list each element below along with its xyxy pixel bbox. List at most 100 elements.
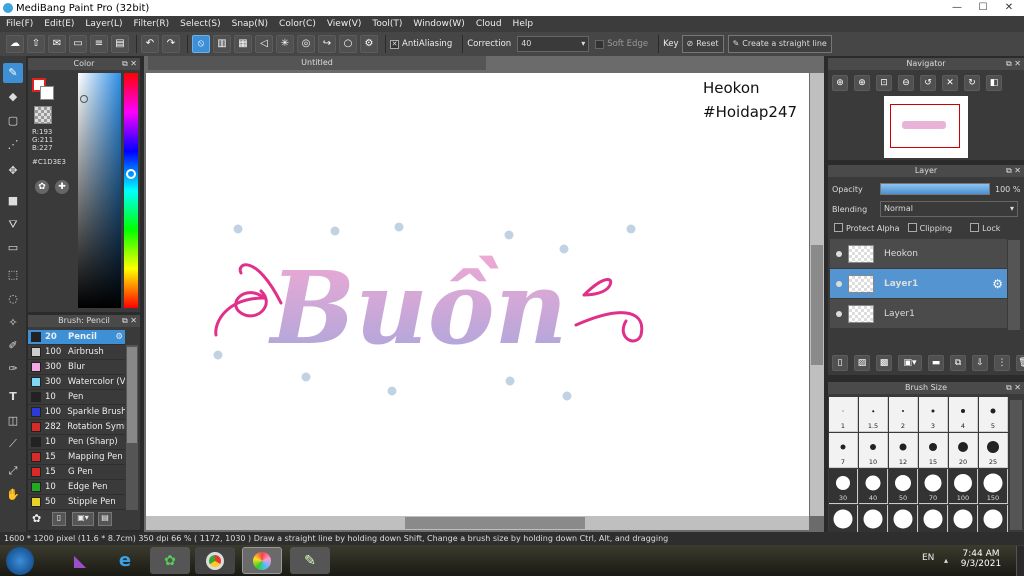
panel-options-icon[interactable]: ⧉ ✕	[1006, 382, 1021, 394]
curve-snap-icon[interactable]: ↪	[318, 35, 336, 53]
canvas-vertical-scroll-thumb[interactable]	[811, 245, 823, 365]
document-icon[interactable]: ▭	[69, 35, 87, 53]
clock[interactable]: 7:44 AM 9/3/2021	[958, 549, 1004, 569]
menu-help[interactable]: Help	[513, 19, 534, 29]
lasso-tool-icon[interactable]: ◌	[3, 289, 23, 309]
start-button[interactable]	[6, 547, 34, 575]
clipping-option[interactable]: Clipping	[907, 223, 952, 233]
brush-list-item[interactable]: 282 Rotation Symi	[28, 420, 125, 435]
protect-alpha-option[interactable]: Protect Alpha	[834, 223, 900, 233]
fit-icon[interactable]: ⊡	[876, 75, 892, 91]
medibang-taskbar-icon[interactable]	[242, 547, 282, 574]
antialiasing-checkbox[interactable]: ✕	[390, 39, 399, 49]
show-desktop-button[interactable]	[1016, 546, 1024, 576]
brush-list-item[interactable]: 15 Mapping Pen	[28, 450, 125, 465]
bucket-tool-icon[interactable]: ⛛	[3, 215, 23, 235]
rotate-left-icon[interactable]: ↺	[920, 75, 936, 91]
list-icon[interactable]: ≡	[90, 35, 108, 53]
cloud-icon[interactable]: ☁	[6, 35, 24, 53]
menu-edit[interactable]: Edit(E)	[44, 19, 74, 29]
menu-cloud[interactable]: Cloud	[476, 19, 502, 29]
rectangle-tool-icon[interactable]: ▢	[3, 111, 23, 131]
hand-tool-icon[interactable]: ✋	[3, 485, 23, 505]
concentric-snap-icon[interactable]: ◎	[297, 35, 315, 53]
chrome-icon[interactable]	[195, 547, 235, 574]
brush-size-cell[interactable]: 3	[919, 397, 948, 432]
language-indicator[interactable]: EN	[922, 553, 934, 563]
brush-tool-icon[interactable]: ✎	[3, 63, 23, 83]
menu-layer[interactable]: Layer(L)	[85, 19, 122, 29]
redo-icon[interactable]: ↷	[162, 35, 180, 53]
layer-list-scrollbar[interactable]	[1008, 240, 1020, 330]
brush-size-cell[interactable]: 50	[889, 469, 918, 504]
reset-button[interactable]: ⊘ Reset	[681, 35, 724, 53]
comment-icon[interactable]: ✉	[48, 35, 66, 53]
brush-size-cell[interactable]: 15	[919, 433, 948, 468]
undo-icon[interactable]: ↶	[141, 35, 159, 53]
perspective-snap-icon[interactable]: ◁	[255, 35, 273, 53]
divide-tool-icon[interactable]: ◫	[3, 411, 23, 431]
brush-size-cell[interactable]: 1	[829, 397, 858, 432]
rotate-right-icon[interactable]: ↻	[964, 75, 980, 91]
brush-list-item[interactable]: 10 Pen	[28, 390, 125, 405]
brush-list-item[interactable]: 15 G Pen	[28, 465, 125, 480]
visual-studio-icon[interactable]: ◣	[60, 547, 100, 574]
navigator-preview[interactable]	[884, 96, 968, 158]
brush-size-cell[interactable]: 25	[979, 433, 1008, 468]
new-layer-icon[interactable]: ▯	[832, 355, 848, 371]
brush-list-item[interactable]: 300 Watercolor (V	[28, 375, 125, 390]
layer-row[interactable]: Heokon	[830, 239, 1007, 269]
select-eraser-tool-icon[interactable]: ✑	[3, 359, 23, 379]
layer-visibility-icon[interactable]	[836, 310, 842, 317]
lock-checkbox[interactable]	[970, 223, 980, 232]
palette-add-icon[interactable]: ✚	[55, 180, 69, 194]
menu-select[interactable]: Select(S)	[180, 19, 221, 29]
settings-doc-icon[interactable]: ▤	[111, 35, 129, 53]
eyedropper-tool-icon[interactable]: ⟋	[3, 434, 23, 454]
brush-size-cell[interactable]: 20	[949, 433, 978, 468]
brush-settings-icon[interactable]: ✿	[32, 512, 46, 526]
brush-size-cell[interactable]: 12	[889, 433, 918, 468]
clipping-checkbox[interactable]	[907, 223, 917, 232]
text-tool-icon[interactable]: T	[3, 387, 23, 407]
brush-list-item[interactable]: 100 Airbrush	[28, 345, 125, 360]
flip-icon[interactable]: ◧	[986, 75, 1002, 91]
internet-explorer-icon[interactable]: e	[105, 547, 145, 574]
gradient-tool-icon[interactable]: ▭	[3, 238, 23, 258]
paint-tool-icon[interactable]: ✎	[290, 547, 330, 574]
dot-tool-icon[interactable]: ⋰	[3, 135, 23, 155]
brush-size-cell[interactable]: 10	[859, 433, 888, 468]
panel-options-icon[interactable]: ⧉ ✕	[1006, 165, 1021, 177]
layer-menu-icon[interactable]: ⋮	[994, 355, 1010, 371]
hue-slider[interactable]	[124, 73, 138, 308]
layer-row[interactable]: Layer1	[830, 299, 1007, 329]
brush-size-cell[interactable]: 150	[979, 469, 1008, 504]
maximize-button[interactable]: ☐	[970, 0, 996, 16]
layer-settings-gear-icon[interactable]: ⚙	[992, 277, 1003, 291]
minimize-button[interactable]: —	[944, 0, 970, 16]
menu-color[interactable]: Color(C)	[279, 19, 316, 29]
brush-list-item[interactable]: 50 Stipple Pen	[28, 495, 125, 510]
brush-size-cell[interactable]: 7	[829, 433, 858, 468]
brush-properties-icon[interactable]: ▤	[98, 512, 112, 526]
add-brush-icon[interactable]: ▣▾	[72, 512, 94, 526]
parallel-snap-icon[interactable]: ▥	[213, 35, 231, 53]
move-tool-icon[interactable]: ✥	[3, 161, 23, 181]
merge-down-icon[interactable]: ⇩	[972, 355, 988, 371]
color-saturation-picker[interactable]	[78, 73, 121, 308]
new-brush-icon[interactable]: ▯	[52, 512, 66, 526]
brush-size-cell[interactable]: 4	[949, 397, 978, 432]
menu-window[interactable]: Window(W)	[413, 19, 464, 29]
soft-edge-checkbox[interactable]	[595, 39, 605, 49]
panel-options-icon[interactable]: ⧉ ✕	[122, 315, 137, 327]
duplicate-layer-icon[interactable]: ⧉	[950, 355, 966, 371]
layer-visibility-icon[interactable]	[836, 280, 842, 287]
brush-settings-gear-icon[interactable]: ⚙	[115, 332, 123, 342]
radial-snap-icon[interactable]: ✳	[276, 35, 294, 53]
hue-slider-handle[interactable]	[126, 169, 136, 179]
canvas-horizontal-scroll-thumb[interactable]	[405, 517, 585, 529]
eraser-tool-icon[interactable]: ◆	[3, 87, 23, 107]
menu-tool[interactable]: Tool(T)	[372, 19, 402, 29]
grid-snap-icon[interactable]: ▦	[234, 35, 252, 53]
brush-size-cell[interactable]: 1.5	[859, 397, 888, 432]
